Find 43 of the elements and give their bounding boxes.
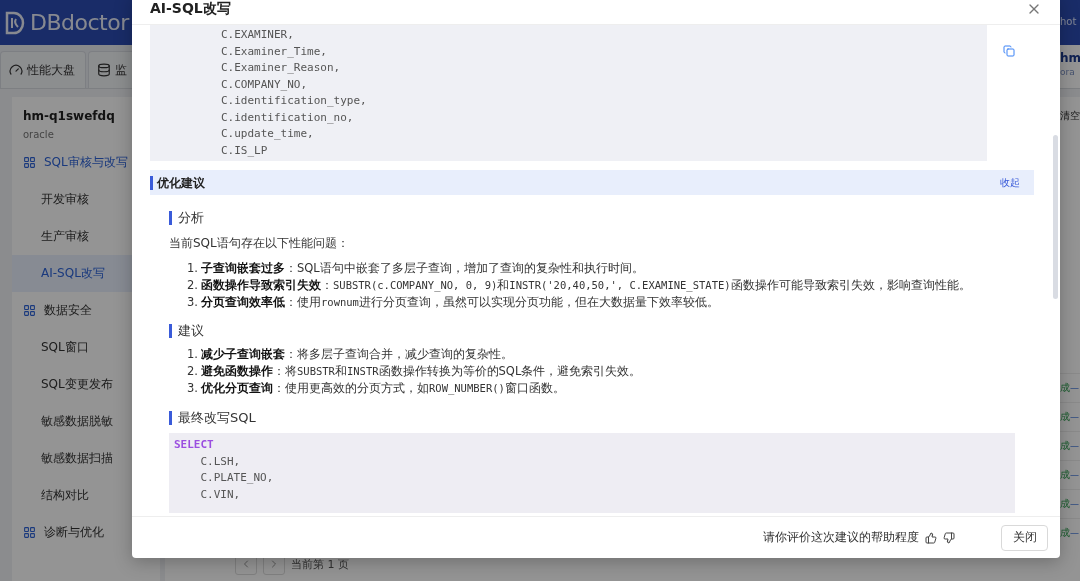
list-item: 3. 优化分页查询：使用更高效的分页方式，如ROW_NUMBER()窗口函数。 — [187, 380, 566, 397]
page-indicator: 当前第 1 页 — [291, 556, 349, 572]
grid-icon — [23, 156, 36, 169]
dialog-title: AI-SQL改写 — [150, 0, 231, 18]
code-block: C.EXAMINER, C.Examiner_Time, C.Examiner_Reason, C.COMPANY_NO, C.identification_type, C.identification_no, C.update_time, C.IS_LP — [150, 25, 987, 161]
menu-group-label: 数据安全 — [44, 302, 92, 319]
menu-group-label: SQL审核与改写 — [44, 154, 128, 171]
logo-text: DBdoctor — [30, 10, 129, 35]
section-heading: 分析 — [169, 211, 204, 225]
scrollbar-thumb[interactable] — [1053, 135, 1058, 299]
menu-group-label: 诊断与优化 — [44, 524, 104, 541]
grid-icon — [23, 526, 36, 539]
copy-icon[interactable] — [1003, 45, 1015, 57]
code-block: SELECT C.LSH, C.PLATE_NO, C.VIN, — [169, 432, 1015, 513]
clear-link[interactable]: 清空 — [1060, 109, 1080, 123]
list-item: 2. 避免函数操作：将SUBSTR和INSTR函数操作转换为等价的SQL条件，避免索引失效。 — [187, 363, 643, 380]
instance-name: hm-q1swefdq — [22, 109, 116, 123]
gauge-icon — [9, 63, 23, 77]
account-name: hm — [1060, 51, 1080, 65]
grid-icon — [23, 304, 36, 317]
paragraph: 当前SQL语句存在以下性能问题： — [169, 235, 350, 252]
thumbs-up-icon[interactable] — [925, 531, 937, 544]
nav-tab[interactable]: 性能大盘 — [0, 51, 86, 88]
section-heading: 最终改写SQL — [169, 410, 256, 425]
instance-type: oracle — [22, 129, 55, 140]
header-text: hot — [1060, 16, 1078, 27]
section-title: 优化建议 — [150, 175, 205, 190]
close-button[interactable]: 关闭 — [1001, 524, 1048, 551]
list-item: 1. 子查询嵌套过多：SQL语句中嵌套了多层子查询，增加了查询的复杂性和执行时间。 — [187, 260, 645, 277]
section-heading: 建议 — [169, 324, 204, 339]
list-item: 2. 函数操作导致索引失效：SUBSTR(c.COMPANY_NO, 0, 9)和INSTR('20,40,50,', C.EXAMINE_STATE)函数操作可能导致索引失效，影响查询性能。 — [187, 276, 972, 294]
logo-icon — [4, 9, 26, 36]
menu-group[interactable]: 数据安全 — [12, 292, 160, 329]
list-item: 3. 分页查询效率低：使用 rownum进行分页查询，虽然可以实现分页功能，但在大数据量下效率较低。 — [187, 293, 720, 311]
list-item: 1. 减少子查询嵌套：将多层子查询合并，减少查询的复杂性。 — [187, 346, 514, 364]
thumbs-down-icon[interactable] — [943, 531, 955, 544]
tab-label: 性能大盘 — [27, 61, 75, 79]
menu-group[interactable]: 诊断与优化 — [12, 514, 160, 551]
collapse-link[interactable]: 收起 — [1000, 175, 1020, 190]
tab-label: 监 — [115, 61, 127, 79]
database-icon — [97, 63, 111, 77]
account-type: ora — [1060, 67, 1076, 77]
feedback-prompt: 请你评价这次建议的帮助程度 — [763, 529, 919, 546]
